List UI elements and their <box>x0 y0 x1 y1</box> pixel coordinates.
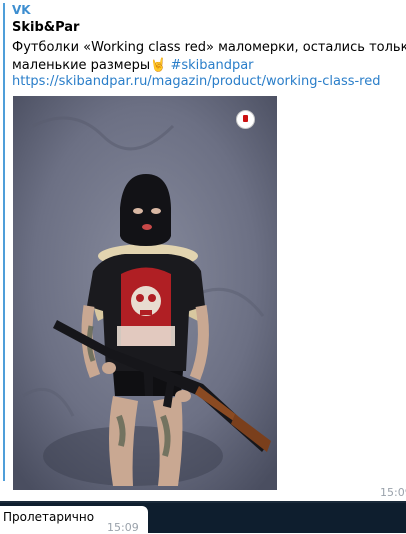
post-text-line-1: Футболки «Working class red» маломерки, … <box>12 40 406 55</box>
quote-bar <box>3 3 5 481</box>
hashtag[interactable]: #skibandpar <box>170 58 253 73</box>
rock-hand-emoji: 🤘 <box>150 58 167 73</box>
forwarded-post: VK Skib&Par Футболки «Working class red»… <box>3 0 406 501</box>
post-text: Футболки «Working class red» маломерки, … <box>12 39 406 75</box>
photo-illustration <box>13 96 277 490</box>
post-text-line-2: маленькие размеры🤘 #skibandpar <box>12 57 397 75</box>
post-text-line-2-text: маленькие размеры <box>12 58 151 73</box>
source-name[interactable]: VK <box>12 3 31 17</box>
reply-message-time: 15:09 <box>107 521 139 534</box>
chat-area: VK Skib&Par Футболки «Working class red»… <box>0 0 406 503</box>
post-photo[interactable] <box>13 96 277 490</box>
product-link[interactable]: https://skibandpar.ru/magazin/product/wo… <box>12 74 381 89</box>
message-time: 15:09 <box>380 486 406 499</box>
reply-message-text: Пролетарично <box>3 510 95 524</box>
channel-name[interactable]: Skib&Par <box>12 20 79 35</box>
vk-badge-icon[interactable] <box>236 110 255 129</box>
